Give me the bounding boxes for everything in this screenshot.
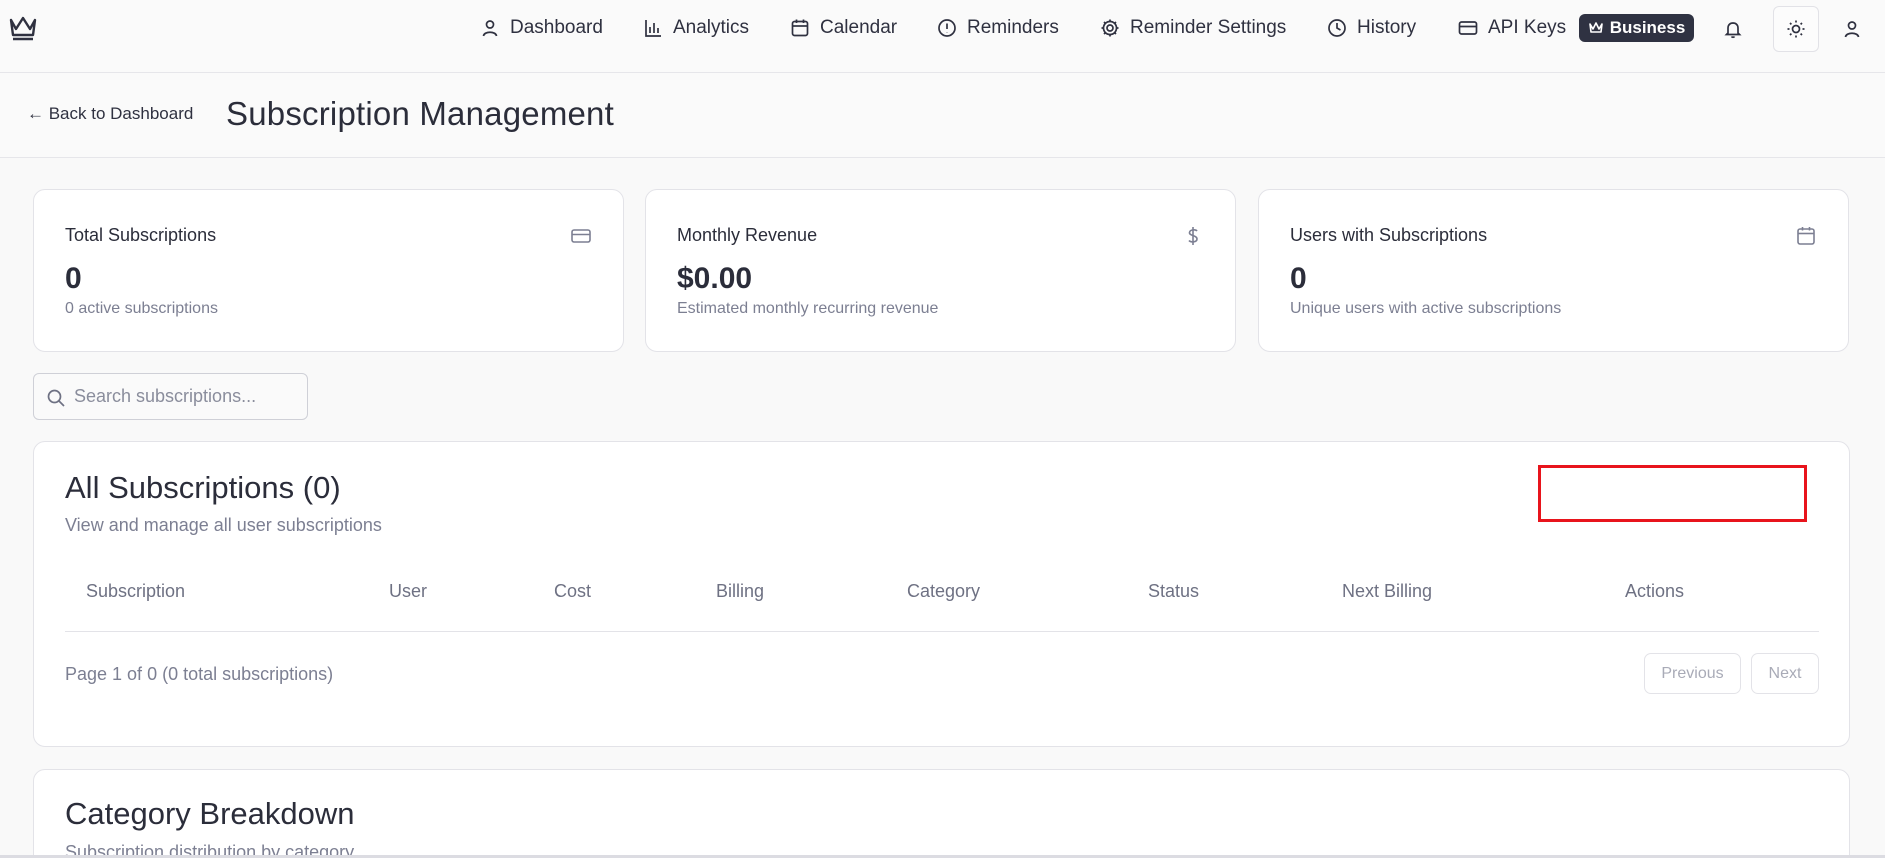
- category-breakdown-panel: Category Breakdown Subscription distribu…: [33, 769, 1850, 858]
- calendar-icon: [791, 19, 809, 37]
- column-header-actions: Actions: [1625, 581, 1685, 601]
- plan-badge-label: Business: [1609, 18, 1686, 37]
- pagination-text: Page 1 of 0 (0 total subscriptions): [65, 664, 334, 684]
- search-input[interactable]: [74, 374, 304, 419]
- user-icon: [1844, 21, 1860, 38]
- column-header-category[interactable]: Category: [907, 581, 980, 602]
- nav-api-keys[interactable]: API Keys: [1458, 12, 1566, 44]
- subscriptions-description: View and manage all user subscriptions: [65, 515, 382, 535]
- category-breakdown-title: Category Breakdown: [65, 796, 355, 831]
- column-header-user[interactable]: User: [389, 581, 427, 602]
- notifications-button[interactable]: [1711, 8, 1755, 50]
- column-header-cost[interactable]: Cost: [554, 581, 591, 602]
- subscriptions-panel: All Subscriptions (0) View and manage al…: [33, 441, 1850, 747]
- nav-reminders-label: Reminders: [967, 17, 1059, 38]
- top-nav: Dashboard Analytics Calendar Reminders R…: [0, 0, 1885, 73]
- user-icon: [482, 20, 498, 37]
- nav-api-keys-label: API Keys: [1488, 17, 1567, 38]
- highlight-box: [1538, 465, 1807, 522]
- dollar-icon: [1188, 227, 1198, 245]
- crown-logo-icon[interactable]: [8, 14, 38, 42]
- column-header-status[interactable]: Status: [1148, 581, 1199, 602]
- search-icon: [47, 389, 65, 407]
- nav-calendar-label: Calendar: [820, 17, 898, 38]
- nav-history-label: History: [1357, 17, 1417, 38]
- nav-analytics[interactable]: Analytics: [643, 12, 749, 44]
- profile-button[interactable]: [1830, 8, 1874, 50]
- stat-label: Total Subscriptions: [65, 225, 217, 245]
- subscriptions-title: All Subscriptions (0): [65, 470, 341, 505]
- search-box: [33, 373, 308, 420]
- stat-subtext: Unique users with active subscriptions: [1290, 300, 1562, 317]
- sun-icon: [1787, 20, 1805, 38]
- nav-history[interactable]: History: [1327, 12, 1416, 44]
- nav-reminder-settings-label: Reminder Settings: [1130, 17, 1287, 38]
- column-header-billing[interactable]: Billing: [716, 581, 764, 602]
- credit-card-icon: [571, 229, 591, 243]
- plan-badge[interactable]: Business: [1579, 14, 1694, 42]
- stat-card-total-subscriptions: Total Subscriptions 0 0 active subscript…: [33, 189, 624, 352]
- clock-icon: [1328, 19, 1346, 37]
- card-icon: [1458, 21, 1478, 35]
- stat-subtext: Estimated monthly recurring revenue: [677, 300, 939, 317]
- next-page-button[interactable]: Next: [1751, 653, 1819, 694]
- stat-value: $0.00: [677, 262, 753, 295]
- stat-subtext: 0 active subscriptions: [65, 300, 218, 317]
- calendar-icon: [1797, 227, 1815, 245]
- stat-label: Monthly Revenue: [677, 225, 818, 245]
- nav-reminders[interactable]: Reminders: [937, 12, 1059, 44]
- table-header: Subscription User Cost Billing Category …: [65, 557, 1819, 632]
- nav-calendar[interactable]: Calendar: [790, 12, 897, 44]
- stat-card-users-with-subscriptions: Users with Subscriptions 0 Unique users …: [1258, 189, 1849, 352]
- back-to-dashboard-link[interactable]: ← Back to Dashboard: [27, 104, 193, 124]
- stat-value: 0: [65, 262, 82, 295]
- page-title: Subscription Management: [226, 95, 614, 132]
- crown-icon: [1588, 22, 1603, 33]
- nav-dashboard[interactable]: Dashboard: [480, 12, 603, 44]
- stat-value: 0: [1290, 262, 1307, 295]
- stat-card-monthly-revenue: Monthly Revenue $0.00 Estimated monthly …: [645, 189, 1236, 352]
- previous-page-button[interactable]: Previous: [1644, 653, 1741, 694]
- column-header-subscription[interactable]: Subscription: [86, 581, 185, 602]
- bar-chart-icon: [645, 20, 661, 37]
- column-header-next-billing[interactable]: Next Billing: [1342, 581, 1432, 602]
- stat-label: Users with Subscriptions: [1290, 225, 1488, 245]
- page-header: ← Back to Dashboard Subscription Managem…: [0, 73, 1885, 158]
- bell-icon: [1724, 22, 1742, 39]
- nav-dashboard-label: Dashboard: [510, 17, 603, 38]
- nav-analytics-label: Analytics: [673, 17, 750, 38]
- theme-toggle-button[interactable]: [1773, 6, 1819, 52]
- alert-circle-icon: [938, 19, 956, 37]
- nav-reminder-settings[interactable]: Reminder Settings: [1100, 12, 1286, 44]
- gear-icon: [1101, 19, 1119, 37]
